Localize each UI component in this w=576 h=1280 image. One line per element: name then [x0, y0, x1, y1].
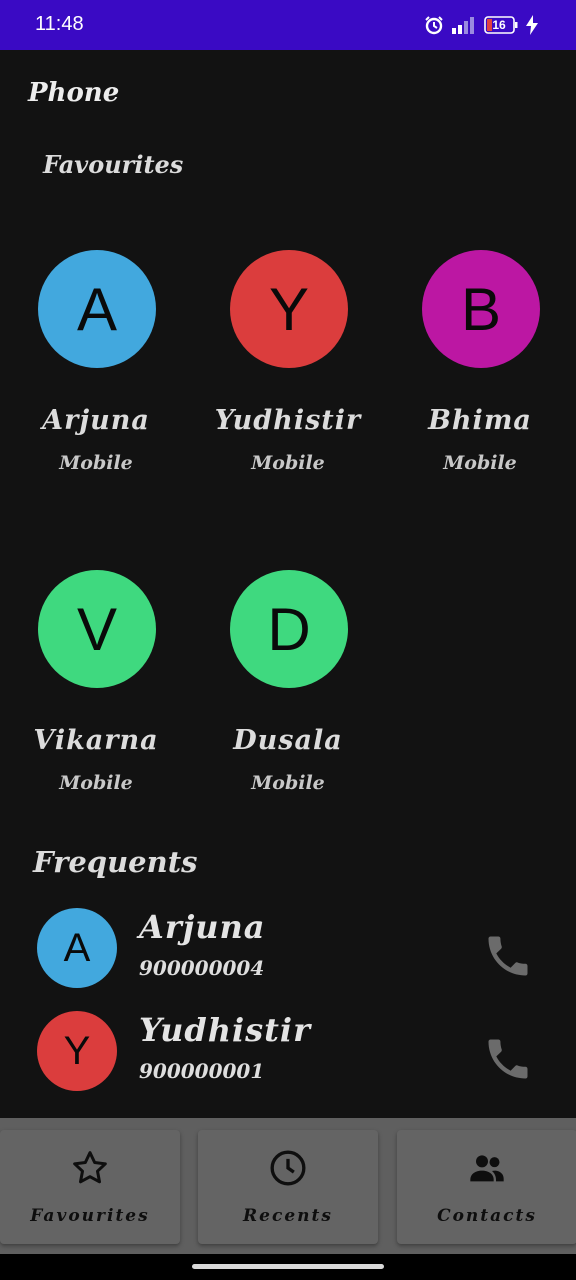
clock-icon — [268, 1148, 308, 1188]
contact-number: 900000004 — [139, 956, 265, 980]
favourite-contact[interactable]: D Dusala Mobile — [192, 570, 384, 830]
star-icon — [70, 1148, 110, 1188]
contact-name: Vikarna — [33, 725, 159, 756]
avatar: B — [422, 250, 540, 368]
tab-recents[interactable]: Recents — [198, 1130, 378, 1244]
contact-type: Mobile — [251, 772, 325, 794]
avatar: Y — [230, 250, 348, 368]
favourite-contact[interactable]: Y Yudhistir Mobile — [192, 250, 384, 510]
avatar: A — [37, 908, 117, 988]
favourite-contact[interactable]: V Vikarna Mobile — [0, 570, 192, 830]
signal-icon — [452, 16, 476, 34]
frequent-contact-row[interactable]: A Arjuna 900000004 — [0, 908, 576, 998]
contact-type: Mobile — [251, 452, 325, 474]
charging-icon — [526, 15, 538, 35]
tab-label: Recents — [243, 1206, 333, 1226]
contact-type: Mobile — [59, 452, 133, 474]
battery-level: 16 — [492, 18, 506, 32]
people-icon — [467, 1148, 507, 1188]
status-time: 11:48 — [35, 13, 84, 35]
contact-name: Yudhistir — [139, 1011, 311, 1049]
contact-name: Arjuna — [139, 908, 266, 946]
bottom-navigation: Favourites Recents Contacts — [0, 1118, 576, 1254]
avatar: A — [38, 250, 156, 368]
contact-name: Arjuna — [42, 405, 150, 436]
contact-number: 900000001 — [139, 1059, 265, 1083]
phone-app: 11:48 16 Phone Favourites A Arjuna Mobil… — [0, 0, 576, 1280]
home-indicator[interactable] — [192, 1264, 384, 1269]
page-title: Phone — [28, 78, 120, 108]
tab-label: Favourites — [30, 1206, 150, 1226]
tab-favourites[interactable]: Favourites — [0, 1130, 180, 1244]
battery-icon: 16 — [484, 16, 518, 34]
phone-call-icon[interactable] — [482, 930, 534, 982]
avatar: Y — [37, 1011, 117, 1091]
avatar: V — [38, 570, 156, 688]
contact-type: Mobile — [59, 772, 133, 794]
favourite-contact[interactable]: B Bhima Mobile — [384, 250, 576, 510]
frequent-contact-row[interactable]: Y Yudhistir 900000001 — [0, 1011, 576, 1101]
avatar: D — [230, 570, 348, 688]
contact-type: Mobile — [443, 452, 517, 474]
contact-name: Bhima — [428, 405, 532, 436]
favourite-contact[interactable]: A Arjuna Mobile — [0, 250, 192, 510]
alarm-icon — [424, 15, 444, 35]
favourites-section-title: Favourites — [43, 150, 184, 179]
contact-name: Dusala — [233, 725, 343, 756]
phone-call-icon[interactable] — [482, 1033, 534, 1085]
frequents-section-title: Frequents — [33, 845, 198, 879]
system-navigation-bar — [0, 1254, 576, 1280]
tab-contacts[interactable]: Contacts — [397, 1130, 576, 1244]
status-icons: 16 — [424, 14, 538, 36]
tab-label: Contacts — [437, 1206, 537, 1226]
contact-name: Yudhistir — [214, 405, 362, 436]
status-bar: 11:48 16 — [0, 0, 576, 50]
